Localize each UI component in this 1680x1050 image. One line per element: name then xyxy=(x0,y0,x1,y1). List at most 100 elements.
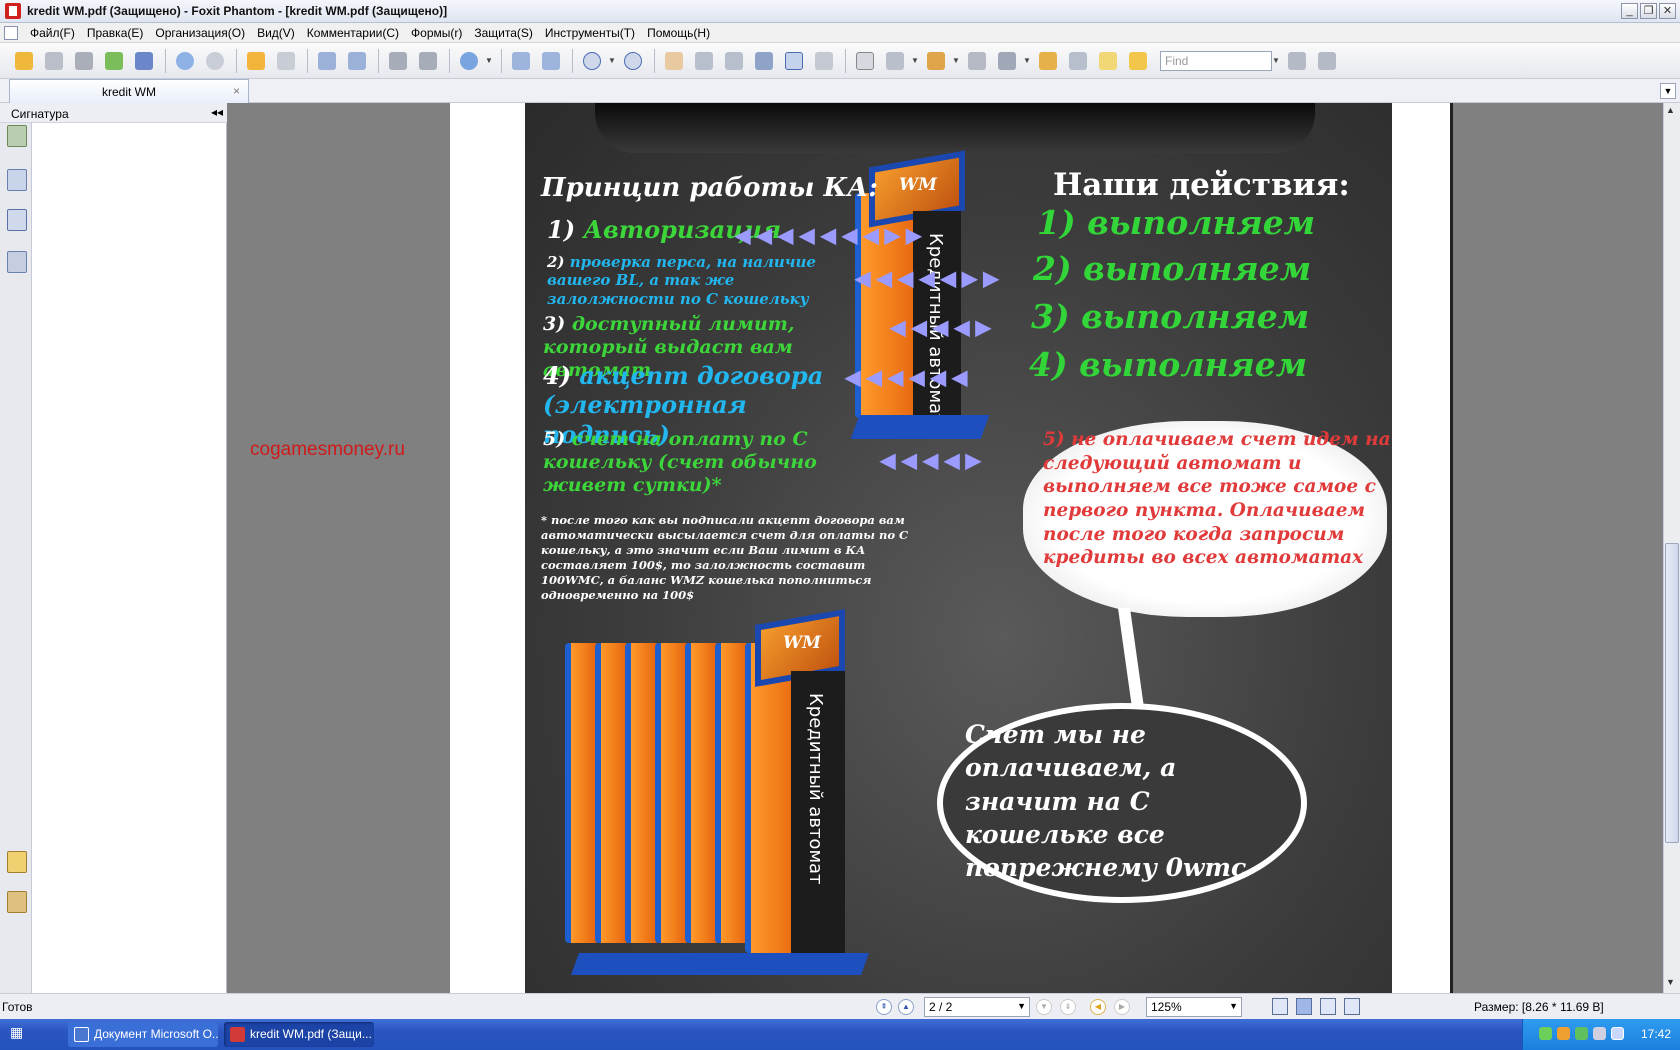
menu-organize[interactable]: Организация(O) xyxy=(149,26,251,40)
tray-security-icon[interactable] xyxy=(1557,1027,1570,1040)
select-text-icon[interactable] xyxy=(690,47,718,75)
email-icon[interactable] xyxy=(100,47,128,75)
zoom-level-dropdown-icon[interactable]: ▼ xyxy=(608,56,616,65)
find-next-icon[interactable] xyxy=(1313,47,1341,75)
insert-icon[interactable] xyxy=(343,47,371,75)
rect-icon[interactable] xyxy=(851,47,879,75)
collapse-panel-icon[interactable]: ◂◂ xyxy=(211,105,223,119)
tray-language-icon[interactable] xyxy=(1611,1027,1624,1040)
menu-forms[interactable]: Формы(r) xyxy=(405,26,468,40)
find-dropdown-icon[interactable]: ▼ xyxy=(1272,56,1280,65)
comments-panel-icon[interactable] xyxy=(7,851,27,873)
last-page-icon[interactable]: ⇟ xyxy=(1060,999,1076,1015)
arrow-row-3: ◀◀◀◀▶ xyxy=(890,317,997,339)
next-page-icon[interactable]: ▼ xyxy=(1036,999,1052,1015)
foxit-app-icon xyxy=(5,3,21,19)
image-icon[interactable] xyxy=(810,47,838,75)
page-number-select[interactable]: 2 / 2 ▼ xyxy=(924,997,1030,1017)
quick-launch-icon[interactable]: ▦ xyxy=(10,1024,56,1046)
menu-protect[interactable]: Защита(S) xyxy=(468,26,539,40)
select-icon[interactable] xyxy=(720,47,748,75)
text-icon[interactable] xyxy=(780,47,808,75)
clock[interactable]: 17:42 xyxy=(1641,1027,1671,1041)
layers-icon[interactable] xyxy=(7,251,27,273)
tray-network-icon[interactable] xyxy=(1539,1027,1552,1040)
edit-icon[interactable] xyxy=(1034,47,1062,75)
document-icon[interactable] xyxy=(4,25,18,40)
attachments-icon[interactable] xyxy=(7,891,27,913)
menu-edit[interactable]: Правка(E) xyxy=(81,26,150,40)
single-page-icon[interactable] xyxy=(1272,998,1288,1015)
prev-page-icon[interactable]: ▲ xyxy=(898,999,914,1015)
pages-icon[interactable] xyxy=(7,169,27,191)
window-controls: _ ❐ ✕ xyxy=(1621,3,1676,19)
footnote: * после того как вы подписали акцепт дог… xyxy=(541,513,909,602)
zoom-in-circle-icon[interactable] xyxy=(619,47,647,75)
zoom-dropdown-icon[interactable]: ▼ xyxy=(485,56,493,65)
next-view-icon[interactable]: ▶ xyxy=(1114,999,1130,1015)
prev-up-icon[interactable] xyxy=(171,47,199,75)
lock-dropdown-icon[interactable]: ▼ xyxy=(1023,56,1031,65)
comment-icon[interactable] xyxy=(1124,47,1152,75)
taskbar-foxit[interactable]: kredit WM.pdf (Защи... xyxy=(224,1022,374,1047)
document-viewer[interactable]: WM Кредитный автомат Принцип работы КА: … xyxy=(227,103,1663,993)
open-icon[interactable] xyxy=(10,47,38,75)
forward-icon[interactable] xyxy=(272,47,300,75)
hand-icon[interactable] xyxy=(660,47,688,75)
action-3: 3) выполняем xyxy=(1031,297,1310,336)
arrow-row-5: ◀◀◀◀▶ xyxy=(880,450,987,472)
find-input[interactable]: Find xyxy=(1160,50,1272,71)
lock-icon[interactable] xyxy=(993,47,1021,75)
back-icon[interactable] xyxy=(242,47,270,75)
save-icon[interactable] xyxy=(40,47,68,75)
zoom-in-icon[interactable] xyxy=(455,47,483,75)
menu-file[interactable]: Файл(F) xyxy=(24,26,81,40)
menu-view[interactable]: Вид(V) xyxy=(251,26,301,40)
page-fit-icon[interactable] xyxy=(507,47,535,75)
signature-icon[interactable] xyxy=(7,209,27,231)
print-icon[interactable] xyxy=(70,47,98,75)
scroll-down-icon[interactable]: ▼ xyxy=(1666,977,1675,987)
stamp-icon[interactable] xyxy=(922,47,950,75)
tab-close-icon[interactable]: × xyxy=(233,84,240,98)
next-down-icon[interactable] xyxy=(201,47,229,75)
stamp-dropdown-icon[interactable]: ▼ xyxy=(952,56,960,65)
continuous-facing-icon[interactable] xyxy=(1344,998,1360,1015)
redo-icon[interactable] xyxy=(414,47,442,75)
prev-view-icon[interactable]: ◀ xyxy=(1090,999,1106,1015)
typewriter-icon[interactable] xyxy=(1094,47,1122,75)
page-width-icon[interactable] xyxy=(537,47,565,75)
snapshot-icon[interactable] xyxy=(750,47,778,75)
taskbar-word[interactable]: Документ Microsoft O... xyxy=(68,1022,218,1047)
vertical-scrollbar[interactable]: ▲ ▼ xyxy=(1663,103,1680,993)
first-page-icon[interactable]: ⇞ xyxy=(876,999,892,1015)
tray-volume-icon[interactable] xyxy=(1593,1027,1606,1040)
bookmarks-icon[interactable] xyxy=(7,125,27,147)
zoom-out-circle-icon[interactable] xyxy=(578,47,606,75)
scan-icon[interactable] xyxy=(130,47,158,75)
extract-icon[interactable] xyxy=(313,47,341,75)
tray-check-icon[interactable] xyxy=(1575,1027,1588,1040)
site-watermark[interactable]: cogamesmoney.ru xyxy=(250,439,405,461)
pencil-icon[interactable] xyxy=(881,47,909,75)
zoom-select[interactable]: 125% ▼ xyxy=(1146,997,1242,1017)
tab-list-dropdown-icon[interactable]: ▼ xyxy=(1660,83,1676,99)
facing-icon[interactable] xyxy=(1320,998,1336,1015)
menu-tools[interactable]: Инструменты(T) xyxy=(539,26,641,40)
find-prev-icon[interactable] xyxy=(1283,47,1311,75)
form-icon[interactable] xyxy=(1064,47,1092,75)
eraser-icon[interactable] xyxy=(963,47,991,75)
undo-icon[interactable] xyxy=(384,47,412,75)
system-tray: 17:42 xyxy=(1522,1019,1680,1050)
minimize-button[interactable]: _ xyxy=(1621,3,1638,19)
pencil-dropdown-icon[interactable]: ▼ xyxy=(911,56,919,65)
document-tab[interactable]: kredit WM × xyxy=(9,79,249,103)
continuous-icon[interactable] xyxy=(1296,998,1312,1015)
menu-help[interactable]: Помощь(H) xyxy=(641,26,716,40)
toolbar-separator xyxy=(165,48,166,73)
scroll-up-icon[interactable]: ▲ xyxy=(1666,105,1675,115)
close-window-button[interactable]: ✕ xyxy=(1659,3,1676,19)
menu-comments[interactable]: Комментарии(C) xyxy=(301,26,405,40)
maximize-button[interactable]: ❐ xyxy=(1640,3,1657,19)
scrollbar-thumb[interactable] xyxy=(1665,543,1679,843)
